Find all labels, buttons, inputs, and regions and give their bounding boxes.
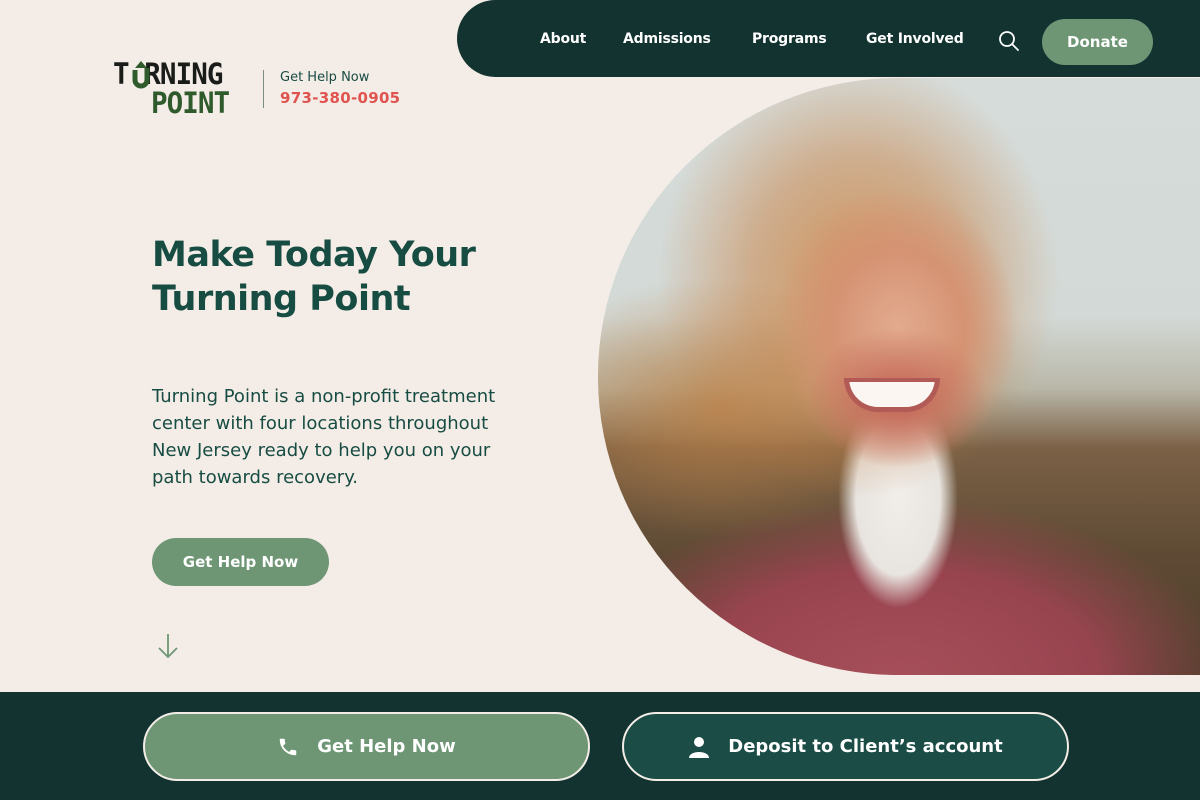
hero-get-help-button[interactable]: Get Help Now xyxy=(152,538,329,586)
bottom-get-help-label: Get Help Now xyxy=(317,736,456,757)
scroll-down-button[interactable] xyxy=(156,632,180,660)
nav-programs[interactable]: Programs xyxy=(752,31,827,47)
phone-icon xyxy=(279,738,297,755)
hero-description: Turning Point is a non-profit treatment … xyxy=(152,386,496,488)
header-phone-link[interactable]: 973-380-0905 xyxy=(280,89,400,107)
logo-divider xyxy=(263,70,264,108)
bottom-action-bar: Get Help Now Deposit to Client’s account xyxy=(0,692,1200,800)
logo[interactable]: TURNING POINT xyxy=(113,60,253,120)
user-icon xyxy=(689,736,710,758)
main-nav: About Admissions Programs Get Involved D… xyxy=(457,0,1200,77)
hero-title: Make Today Your Turning Point xyxy=(152,235,476,319)
deposit-button[interactable]: Deposit to Client’s account xyxy=(622,712,1069,781)
logo-text-point: POINT xyxy=(151,86,230,120)
nav-get-involved[interactable]: Get Involved xyxy=(866,31,964,47)
bottom-get-help-button[interactable]: Get Help Now xyxy=(143,712,590,781)
hero-image xyxy=(598,78,1200,675)
logo-arrow-icon xyxy=(132,61,150,89)
donate-button[interactable]: Donate xyxy=(1042,19,1153,65)
nav-admissions[interactable]: Admissions xyxy=(623,31,711,47)
header-help-label: Get Help Now xyxy=(280,70,370,85)
hero-image-smile-detail xyxy=(844,378,940,412)
search-button[interactable] xyxy=(998,30,1020,52)
logo-text-turning: TURNING xyxy=(113,57,223,91)
arrow-down-icon xyxy=(158,634,178,659)
deposit-label: Deposit to Client’s account xyxy=(728,736,1003,757)
search-icon xyxy=(999,31,1019,51)
nav-about[interactable]: About xyxy=(540,31,586,47)
